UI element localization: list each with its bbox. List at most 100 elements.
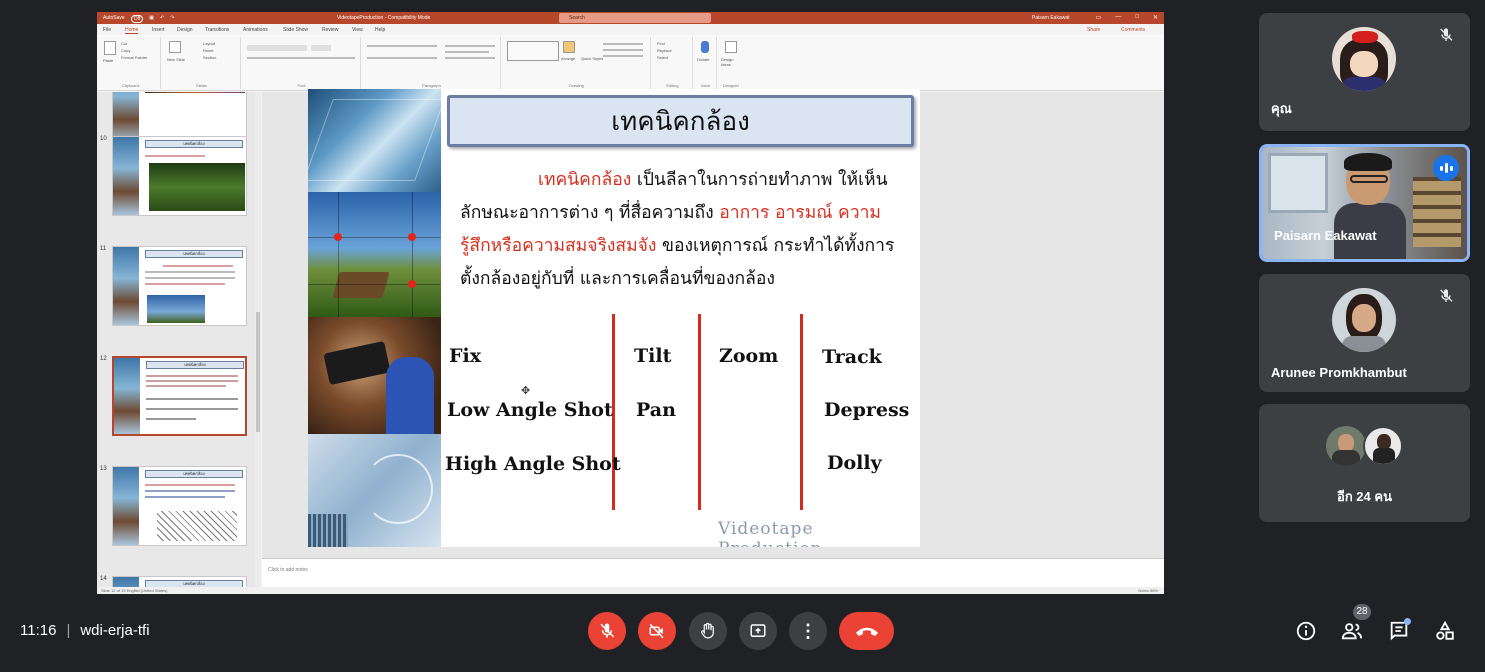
comments-button[interactable]: Comments xyxy=(1121,27,1145,33)
minimize-icon[interactable]: — xyxy=(1115,14,1121,21)
share-button[interactable]: Share xyxy=(1087,27,1100,33)
slide-title-box[interactable]: เทคนิคกล้อง xyxy=(447,95,914,147)
select-button[interactable]: Select xyxy=(657,55,668,60)
status-zoom[interactable]: Notes 56% xyxy=(1138,588,1158,593)
present-screen-button[interactable] xyxy=(739,612,777,650)
avatar-body xyxy=(1342,336,1386,352)
meeting-details-button[interactable] xyxy=(1292,617,1320,645)
design-ideas-label[interactable]: Design Ideas xyxy=(721,57,743,67)
shape-fill-button[interactable] xyxy=(603,43,643,45)
people-button[interactable] xyxy=(1338,617,1366,645)
smartart-button[interactable] xyxy=(445,57,495,59)
ribbon: Paste Cut Copy Format Painter Clipboard … xyxy=(97,35,1164,91)
font-format-buttons[interactable] xyxy=(247,57,355,59)
tab-view[interactable]: View xyxy=(352,27,363,33)
slide-thumbnail[interactable]: เทคนิคกล้อง xyxy=(112,246,247,326)
arrange-label[interactable]: Arrange xyxy=(561,56,575,61)
format-painter-button[interactable]: Format Painter xyxy=(121,55,147,60)
cut-button[interactable]: Cut xyxy=(121,41,127,46)
scrollbar-knob[interactable] xyxy=(256,312,260,432)
section-button[interactable]: Section xyxy=(203,55,216,60)
redo-icon[interactable]: ↷ xyxy=(170,15,174,23)
shape-effects-button[interactable] xyxy=(603,55,643,57)
slide-thumbnail[interactable]: เทคนิคกล้อง xyxy=(112,136,247,216)
list-buttons[interactable] xyxy=(367,45,437,47)
video-camera-shape xyxy=(323,340,391,386)
replace-button[interactable]: Replace xyxy=(657,48,672,53)
save-icon[interactable]: ▣ xyxy=(149,15,154,23)
font-name-box[interactable] xyxy=(247,45,307,51)
ribbon-group-drawing: Arrange Quick Styles Drawing xyxy=(503,37,651,89)
layout-button[interactable]: Layout xyxy=(203,41,215,46)
tab-home[interactable]: Home xyxy=(125,27,139,34)
shapes-gallery[interactable] xyxy=(507,41,559,61)
thumbnail-photo-strip xyxy=(114,358,140,434)
font-size-box[interactable] xyxy=(311,45,331,51)
term-tilt: Tilt xyxy=(634,345,672,367)
reset-button[interactable]: Reset xyxy=(203,48,213,53)
close-icon[interactable]: ✕ xyxy=(1153,14,1158,21)
bookshelf-shape xyxy=(1413,177,1461,247)
tab-design[interactable]: Design xyxy=(177,27,193,33)
dictate-label[interactable]: Dictate xyxy=(697,57,709,62)
new-slide-icon[interactable] xyxy=(169,41,181,53)
align-text-button[interactable] xyxy=(445,51,489,53)
designer-group-label: Designer xyxy=(722,83,739,88)
thumbnail-text-line xyxy=(145,496,225,498)
tab-help[interactable]: Help xyxy=(375,27,385,33)
microphone-icon[interactable] xyxy=(701,41,709,53)
avatar xyxy=(1326,426,1366,466)
quick-styles-label[interactable]: Quick Styles xyxy=(581,56,603,61)
slide-thumbnail-selected[interactable]: เทคนิคกล้อง xyxy=(112,356,247,436)
participant-tile-others[interactable]: อีก 24 คน xyxy=(1259,404,1470,522)
paste-icon[interactable] xyxy=(104,41,116,55)
term-track: Track xyxy=(822,346,882,368)
meeting-time: 11:16 xyxy=(20,622,57,639)
raise-hand-button[interactable] xyxy=(689,612,727,650)
tab-insert[interactable]: Insert xyxy=(152,27,165,33)
slide-body-text[interactable]: เทคนิคกล้อง เป็นลีลาในการถ่ายทำภาพ ให้เห… xyxy=(460,164,910,296)
shape-outline-button[interactable] xyxy=(603,49,643,51)
new-slide-label[interactable]: New Slide xyxy=(167,57,185,62)
autosave-toggle[interactable]: Off xyxy=(130,15,144,23)
leave-call-button[interactable] xyxy=(839,612,894,650)
tab-slide-show[interactable]: Slide Show xyxy=(283,27,308,33)
ribbon-display-icon[interactable]: ▭ xyxy=(1096,14,1102,21)
thumbnail-text-line xyxy=(163,265,233,267)
maximize-icon[interactable]: □ xyxy=(1135,14,1139,21)
chair-shape xyxy=(332,272,390,298)
participant-tile-arunee[interactable]: Arunee Promkhambut xyxy=(1259,274,1470,392)
thumbnail-text-line xyxy=(146,380,238,382)
activities-button[interactable] xyxy=(1431,617,1459,645)
copy-button[interactable]: Copy xyxy=(121,48,130,53)
thumbnails-scrollbar[interactable] xyxy=(255,92,261,588)
notes-pane[interactable]: Click to add notes xyxy=(262,558,1164,588)
participant-tile-you[interactable]: คุณ xyxy=(1259,13,1470,131)
tab-file[interactable]: File xyxy=(103,27,111,33)
align-buttons[interactable] xyxy=(367,57,437,59)
account-name[interactable]: Paisarn Eakawat xyxy=(1032,15,1070,21)
arrange-icon[interactable] xyxy=(563,41,575,53)
editing-group-label: Editing xyxy=(666,83,679,88)
mic-off-icon xyxy=(1434,23,1458,47)
tab-review[interactable]: Review xyxy=(322,27,338,33)
mic-toggle-button[interactable] xyxy=(588,612,626,650)
paste-label[interactable]: Paste xyxy=(103,58,113,63)
search-box[interactable]: Search xyxy=(559,13,711,23)
tab-transitions[interactable]: Transitions xyxy=(205,27,229,33)
ribbon-group-clipboard: Paste Cut Copy Format Painter Clipboard xyxy=(101,37,161,89)
tab-animations[interactable]: Animations xyxy=(243,27,268,33)
undo-icon[interactable]: ↶ xyxy=(160,15,164,23)
slide-thumbnail[interactable]: เทคนิคกล้อง xyxy=(112,466,247,546)
participant-name: Paisarn Eakawat xyxy=(1274,228,1377,243)
camera-toggle-button[interactable] xyxy=(638,612,676,650)
text-direction-button[interactable] xyxy=(445,45,495,47)
find-button[interactable]: Find xyxy=(657,41,665,46)
more-options-button[interactable]: ⋮ xyxy=(789,612,827,650)
thumbnail-image xyxy=(149,163,245,211)
avatar xyxy=(1332,288,1396,352)
document-title: VideotapeProduction - Compatibility Mode xyxy=(337,15,431,21)
participant-tile-paisarn[interactable]: Paisarn Eakawat xyxy=(1259,144,1470,262)
voice-group-label: Voice xyxy=(700,83,711,88)
design-ideas-icon[interactable] xyxy=(725,41,737,53)
